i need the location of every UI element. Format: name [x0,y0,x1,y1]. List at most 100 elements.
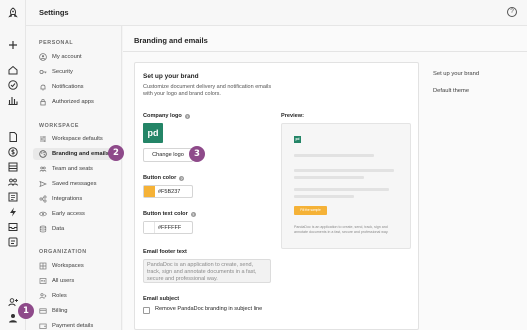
button-color-picker[interactable]: #F5B237 [143,185,193,198]
info-icon[interactable]: ? [190,211,196,217]
sidebar-item-my-account[interactable]: My account [33,51,119,63]
users-icon [37,276,49,286]
sidebar-item-branding-and-emails[interactable]: Branding and emails [33,148,119,160]
app-rail [0,0,26,330]
sidebar-item-payment-details[interactable]: Payment details [33,320,119,330]
template-icon[interactable] [6,160,20,174]
title-divider [123,51,527,52]
sidebar-item-workspaces[interactable]: Workspaces [33,260,119,272]
color-swatch[interactable] [144,222,155,233]
sidebar-item-label: Saved messages [52,181,97,187]
bar-chart-icon[interactable] [6,93,20,107]
sidebar-item-security[interactable]: Security [33,66,119,78]
database-icon [37,224,49,234]
question-circle-icon[interactable]: ? [507,7,517,17]
company-logo-label: Company logo ? [143,113,190,119]
color-hex-value: #F5B237 [158,188,181,195]
preview-button: Fill the sample [294,206,327,215]
sidebar-item-label: Billing [52,308,68,314]
sidebar-item-label: Workspace defaults [52,136,103,142]
info-icon[interactable]: ? [179,175,185,181]
sidebar-item-label: Security [52,69,73,75]
sidebar-item-data[interactable]: Data [33,223,119,235]
toc-link-set-up-brand[interactable]: Set up your brand [433,71,479,77]
card-heading: Set up your brand [143,73,199,80]
label-text: Button color [143,175,177,181]
step-badge-1: 1 [18,303,34,319]
settings-header: Settings ? [26,0,527,26]
sidebar-item-label: Data [52,226,65,232]
wallet-icon [37,321,49,330]
company-logo-image: pd [143,123,163,143]
sidebar-item-notifications[interactable]: Notifications [33,81,119,93]
preview-placeholder-line [294,188,389,191]
step-badge-3: 3 [189,146,205,162]
preview-footer: PandaDoc is an application to create, se… [294,225,389,234]
remove-branding-checkbox[interactable] [143,307,150,314]
dollar-icon[interactable] [6,145,20,159]
eye-icon [37,209,49,219]
sidebar-item-label: My account [52,54,82,60]
section-title-workspace: WORKSPACE [39,123,80,129]
brand-card: Set up your brand Customize document del… [134,62,419,330]
document-icon[interactable] [6,130,20,144]
sidebar-item-label: Authorized apps [52,99,94,105]
forms-icon[interactable] [6,235,20,249]
sidebar-item-billing[interactable]: Billing [33,305,119,317]
card-icon [37,306,49,316]
step-badge-2: 2 [108,145,124,161]
sidebar-item-integrations[interactable]: Integrations [33,193,119,205]
preview-label: Preview: [281,113,305,119]
sidebar-item-label: Branding and emails [52,151,110,157]
preview-placeholder-line [294,169,394,172]
sidebar-item-label: Early access [52,211,85,217]
integrations-icon [37,194,49,204]
contacts-icon[interactable] [6,175,20,189]
email-footer-textarea[interactable]: PandaDoc is an application to create, se… [143,259,271,283]
button-color-label: Button color ? [143,175,185,181]
button-text-color-label: Button text color ? [143,211,196,217]
sidebar-item-saved-messages[interactable]: Saved messages [33,178,119,190]
roles-icon [37,291,49,301]
sidebar-item-workspace-defaults[interactable]: Workspace defaults [33,133,119,145]
color-swatch[interactable] [144,186,155,197]
send-icon [37,179,49,189]
sidebar-item-authorized-apps[interactable]: Authorized apps [33,96,119,108]
preview-placeholder-line [294,154,374,157]
email-preview: pd Fill the sample PandaDoc is an applic… [281,123,411,249]
label-text: Company logo [143,113,182,119]
bolt-icon[interactable] [6,205,20,219]
sidebar-item-roles[interactable]: Roles [33,290,119,302]
inbox-icon[interactable] [6,220,20,234]
user-circle-icon [37,52,49,62]
palette-icon [37,149,49,159]
settings-sidebar: PERSONAL My account Security Notificatio… [26,26,122,330]
home-icon[interactable] [6,63,20,77]
catalog-icon[interactable] [6,190,20,204]
sidebar-item-label: All users [52,278,75,284]
preview-placeholder-line [294,195,354,198]
preview-logo: pd [294,136,301,143]
sidebar-item-all-users[interactable]: All users [33,275,119,287]
sidebar-item-early-access[interactable]: Early access [33,208,119,220]
check-circle-icon[interactable] [6,78,20,92]
sliders-icon [37,134,49,144]
sidebar-item-team-and-seats[interactable]: Team and seats [33,163,119,175]
sidebar-item-label: Workspaces [52,263,84,269]
sidebar-item-label: Team and seats [52,166,93,172]
sidebar-item-label: Roles [52,293,67,299]
label-text: Button text color [143,211,188,217]
toc-link-default-theme[interactable]: Default theme [433,88,469,94]
main-content: Branding and emails Set up your brand Cu… [123,26,527,330]
button-text-color-picker[interactable]: #FFFFFF [143,221,193,234]
lock-icon [37,97,49,107]
remove-branding-label[interactable]: Remove PandaDoc branding in subject line [155,306,275,313]
change-logo-button[interactable]: Change logo [143,148,193,162]
workspaces-icon [37,261,49,271]
sidebar-item-label: Notifications [52,84,84,90]
plus-icon[interactable] [6,38,20,52]
info-icon[interactable]: ? [184,113,190,119]
email-footer-label: Email footer text [143,249,187,255]
rocket-icon[interactable] [6,6,20,20]
section-title-personal: PERSONAL [39,40,74,46]
